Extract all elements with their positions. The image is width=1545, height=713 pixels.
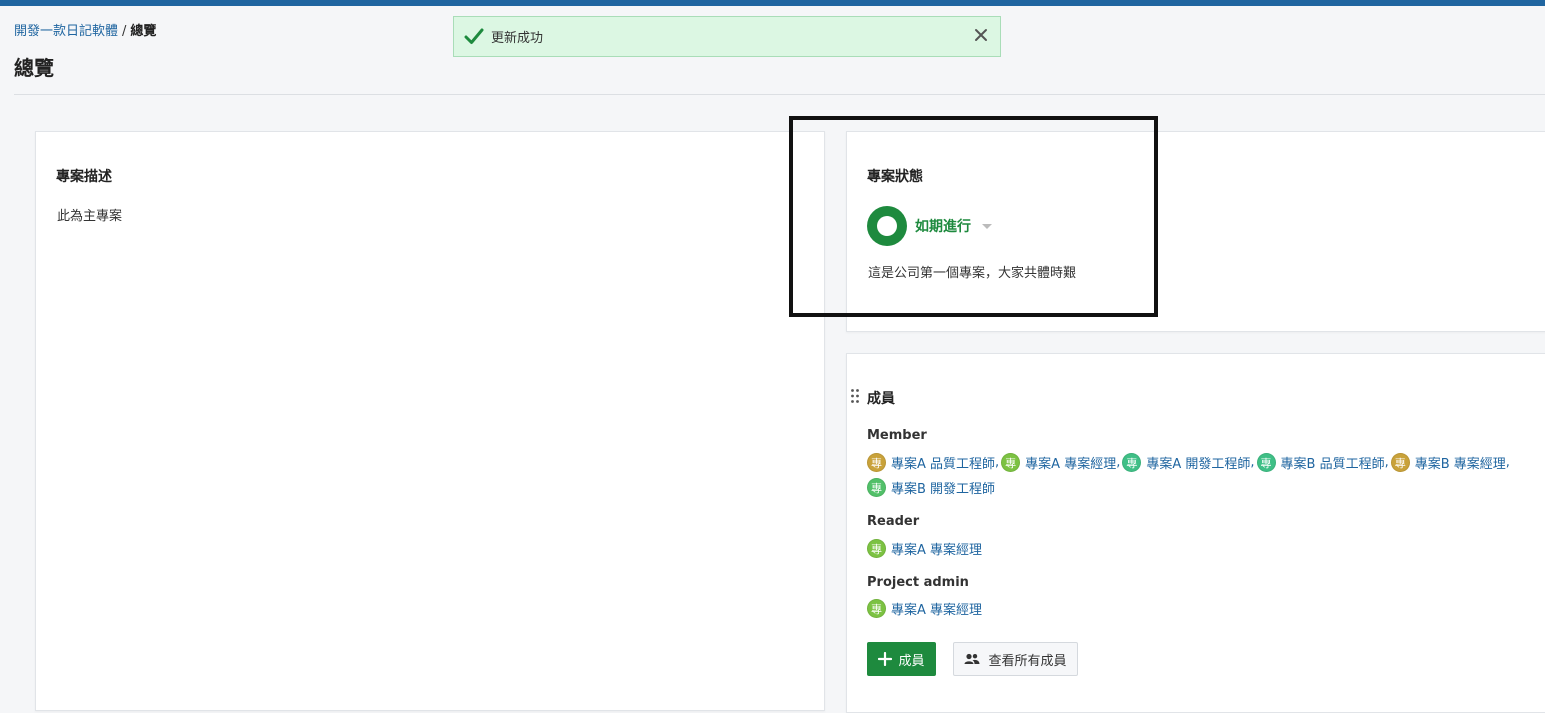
avatar: 專 bbox=[867, 453, 886, 472]
member-name: 專案A 專案經理 bbox=[891, 543, 983, 558]
member-list-line: 專 專案A 專案經理 bbox=[867, 539, 982, 558]
member-item[interactable]: 專 專案A 專案經理, bbox=[1001, 453, 1122, 472]
top-bar bbox=[0, 0, 1545, 6]
role-label-reader: Reader bbox=[867, 514, 920, 529]
member-name: 專案A 專案經理 bbox=[1025, 457, 1117, 472]
member-name: 專案A 開發工程師 bbox=[1146, 457, 1251, 472]
member-name: 專案A 品質工程師 bbox=[891, 457, 996, 472]
description-card: 專案描述 此為主專案 bbox=[35, 131, 825, 711]
member-item[interactable]: 專 專案B 開發工程師 bbox=[867, 478, 995, 497]
status-row: 如期進行 bbox=[867, 206, 993, 246]
breadcrumb-separator: / bbox=[122, 24, 127, 39]
member-name: 專案B 專案經理 bbox=[1414, 457, 1506, 472]
role-label-project-admin: Project admin bbox=[867, 575, 969, 590]
member-item[interactable]: 專 專案A 品質工程師, bbox=[867, 453, 1001, 472]
avatar: 專 bbox=[1390, 453, 1410, 472]
success-toast: 更新成功 bbox=[453, 16, 1001, 57]
plus-icon bbox=[878, 652, 893, 666]
member-name: 專案A 專案經理 bbox=[891, 603, 983, 618]
avatar: 專 bbox=[1122, 453, 1142, 472]
members-card: 成員 Member 專 專案A 品質工程師, 專 專案A 專案經理, 專 專案A… bbox=[846, 353, 1545, 713]
users-icon bbox=[964, 653, 980, 664]
member-list-line: 專 專案A 專案經理 bbox=[867, 599, 982, 618]
breadcrumb-project-link[interactable]: 開發一款日記軟體 bbox=[14, 24, 118, 39]
member-name: 專案B 開發工程師 bbox=[891, 482, 996, 497]
member-list-line: 專 專案B 開發工程師 bbox=[867, 478, 995, 497]
role-label-member: Member bbox=[867, 428, 927, 443]
caret-down-icon[interactable] bbox=[981, 220, 993, 232]
view-all-members-label: 查看所有成員 bbox=[988, 653, 1067, 669]
member-item[interactable]: 專 專案A 專案經理 bbox=[867, 599, 982, 618]
member-item[interactable]: 專 專案A 專案經理 bbox=[867, 539, 982, 558]
status-dropdown[interactable]: 如期進行 bbox=[915, 216, 971, 236]
status-card: 專案狀態 如期進行 這是公司第一個專案，大家共體時艱 bbox=[846, 131, 1545, 332]
add-member-button[interactable]: 成員 bbox=[867, 642, 936, 676]
view-all-members-button[interactable]: 查看所有成員 bbox=[953, 642, 1078, 676]
breadcrumb-current: 總覽 bbox=[130, 24, 157, 39]
member-list-line: 專 專案A 品質工程師, 專 專案A 專案經理, 專 專案A 開發工程師, 專 … bbox=[867, 453, 1512, 472]
member-item[interactable]: 專 專案B 專案經理, bbox=[1390, 453, 1512, 472]
member-item[interactable]: 專 專案A 開發工程師, bbox=[1122, 453, 1256, 472]
avatar: 專 bbox=[867, 478, 886, 497]
header-divider bbox=[14, 94, 1545, 95]
description-title: 專案描述 bbox=[56, 169, 112, 185]
member-name: 專案B 品質工程師 bbox=[1280, 457, 1385, 472]
page-title: 總覽 bbox=[14, 56, 54, 80]
breadcrumb: 開發一款日記軟體 / 總覽 bbox=[14, 20, 156, 39]
close-icon[interactable] bbox=[972, 26, 990, 44]
avatar: 專 bbox=[867, 599, 886, 618]
avatar: 專 bbox=[867, 539, 886, 558]
member-item[interactable]: 專 專案B 品質工程師, bbox=[1256, 453, 1391, 472]
avatar: 專 bbox=[1256, 453, 1276, 472]
status-indicator-icon bbox=[867, 206, 907, 246]
add-member-label: 成員 bbox=[898, 653, 925, 669]
description-body: 此為主專案 bbox=[57, 209, 123, 224]
check-icon bbox=[464, 28, 484, 44]
toast-message: 更新成功 bbox=[491, 31, 544, 46]
drag-handle-icon[interactable] bbox=[850, 388, 860, 404]
status-title: 專案狀態 bbox=[867, 169, 923, 185]
status-note: 這是公司第一個專案，大家共體時艱 bbox=[868, 266, 1077, 281]
avatar: 專 bbox=[1001, 453, 1021, 472]
members-title: 成員 bbox=[867, 391, 895, 407]
